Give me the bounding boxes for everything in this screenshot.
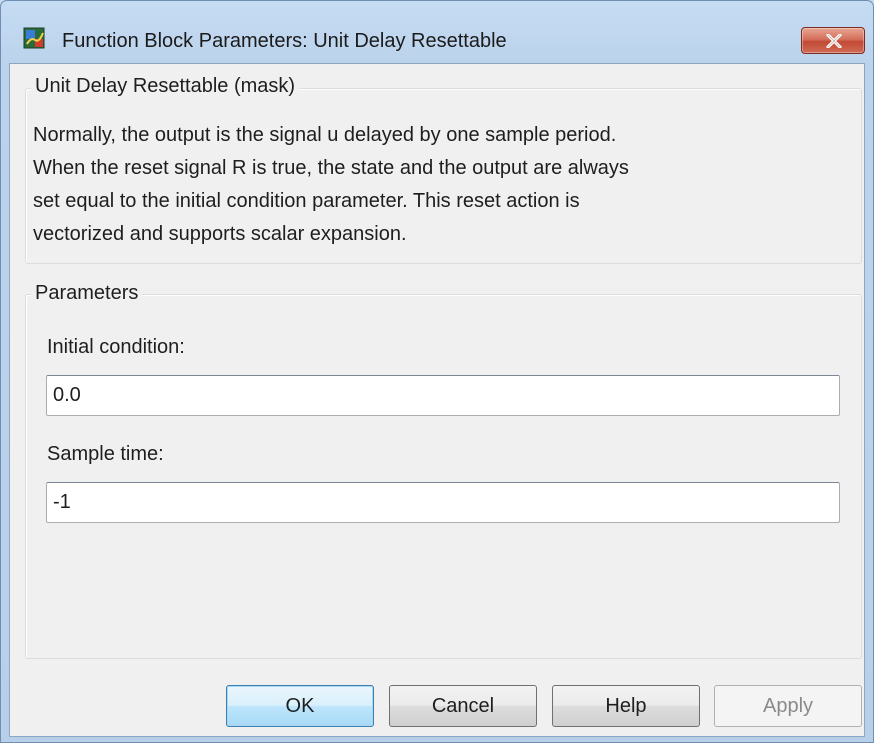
cancel-button[interactable]: Cancel — [389, 685, 537, 727]
dialog-window: Function Block Parameters: Unit Delay Re… — [0, 0, 874, 743]
mask-description: Normally, the output is the signal u del… — [33, 119, 853, 251]
apply-button: Apply — [714, 685, 862, 727]
close-button[interactable] — [801, 27, 865, 54]
initial-condition-input[interactable] — [46, 375, 840, 416]
simulink-block-icon — [23, 27, 45, 49]
window-title: Function Block Parameters: Unit Delay Re… — [62, 30, 507, 52]
mask-group-legend: Unit Delay Resettable (mask) — [31, 75, 300, 98]
description-line: vectorized and supports scalar expansion… — [33, 223, 407, 245]
description-line: set equal to the initial condition param… — [33, 190, 580, 212]
description-line: When the reset signal R is true, the sta… — [33, 157, 629, 179]
sample-time-label: Sample time: — [47, 443, 164, 465]
description-line: Normally, the output is the signal u del… — [33, 124, 617, 146]
parameters-group-legend: Parameters — [31, 282, 143, 305]
close-icon — [826, 34, 842, 48]
sample-time-input[interactable] — [46, 482, 840, 523]
ok-button[interactable]: OK — [226, 685, 374, 727]
help-button[interactable]: Help — [552, 685, 700, 727]
initial-condition-label: Initial condition: — [47, 336, 185, 358]
title-bar[interactable]: Function Block Parameters: Unit Delay Re… — [1, 1, 873, 63]
